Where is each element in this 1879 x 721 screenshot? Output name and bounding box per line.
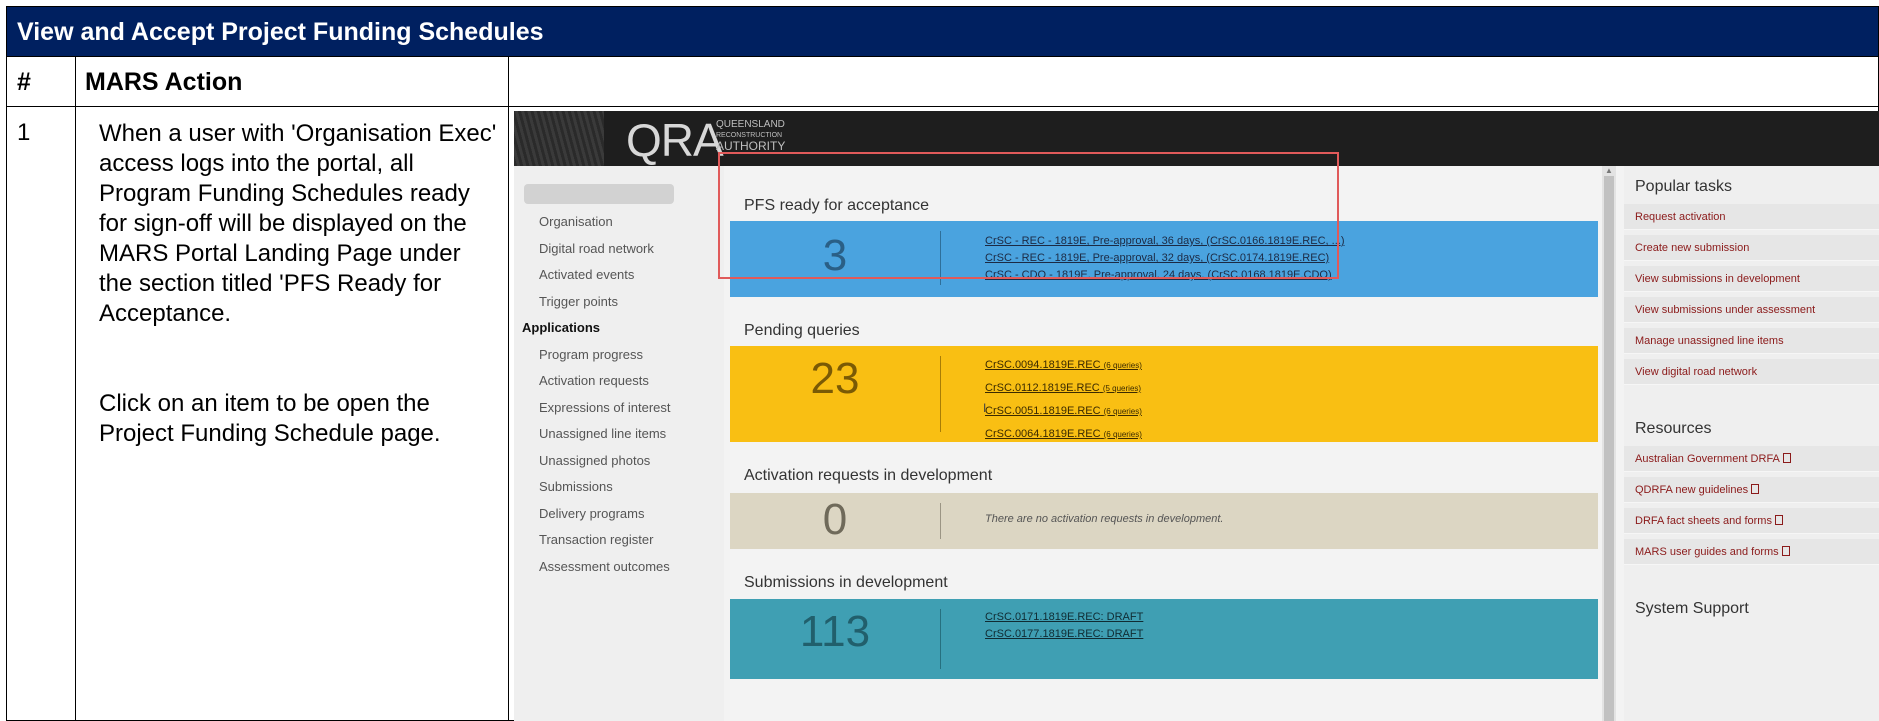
submission-link[interactable]: CrSC.0177.1819E.REC: DRAFT	[985, 626, 1143, 643]
nav-item-trigger-points[interactable]: Trigger points	[539, 294, 618, 309]
step-instructions: When a user with 'Organisation Exec' acc…	[99, 119, 499, 509]
system-support-title: System Support	[1635, 600, 1749, 617]
nav-item-delivery-programs[interactable]: Delivery programs	[539, 506, 644, 521]
queries-link-list: CrSC.0094.1819E.REC (6 queries) CrSC.011…	[985, 354, 1142, 446]
submissions-section-title: Submissions in development	[744, 574, 948, 591]
column-header-action: MARS Action	[75, 57, 508, 107]
nav-item-organisation[interactable]: Organisation	[539, 214, 613, 229]
task-view-submissions-assessment[interactable]: View submissions under assessment	[1624, 297, 1879, 323]
text-cursor-icon: I	[983, 401, 987, 415]
queries-section-title: Pending queries	[744, 322, 860, 339]
resource-link[interactable]: QDRFA new guidelines	[1624, 477, 1879, 503]
query-code: CrSC.0064.1819E.REC	[985, 428, 1101, 440]
resource-link[interactable]: DRFA fact sheets and forms	[1624, 508, 1879, 534]
popular-tasks-title: Popular tasks	[1635, 178, 1732, 195]
query-count-note: (6 queries)	[1103, 407, 1142, 416]
nav-item-transaction-register[interactable]: Transaction register	[539, 532, 653, 547]
submissions-link-list: CrSC.0171.1819E.REC: DRAFT CrSC.0177.181…	[985, 609, 1143, 643]
logo-line: AUTHORITY	[716, 139, 786, 153]
nav-item-unassigned-line-items[interactable]: Unassigned line items	[539, 426, 666, 441]
nav-item-activated-events[interactable]: Activated events	[539, 267, 634, 282]
header-decoration	[514, 111, 604, 166]
resources-title: Resources	[1635, 420, 1712, 437]
query-code: CrSC.0112.1819E.REC	[985, 382, 1100, 394]
scrollbar[interactable]: ▲	[1602, 166, 1616, 721]
nav-item-unassigned-photos[interactable]: Unassigned photos	[539, 453, 650, 468]
qra-logo-subtitle: QUEENSLAND RECONSTRUCTION AUTHORITY	[716, 119, 785, 152]
instruction-paragraph: Click on an item to be open the Project …	[99, 390, 441, 447]
nav-item-program-progress[interactable]: Program progress	[539, 347, 643, 362]
query-count-note: (6 queries)	[1103, 361, 1142, 370]
column-divider	[508, 57, 509, 720]
nav-item-digital-road-network[interactable]: Digital road network	[539, 241, 654, 256]
query-count-note: (6 queries)	[1103, 430, 1142, 439]
qra-logo[interactable]: QRA	[626, 113, 724, 167]
left-navigation: Organisation Digital road network Activa…	[514, 166, 724, 721]
activation-panel: 0 There are no activation requests in de…	[730, 493, 1598, 549]
pdf-icon	[1782, 453, 1791, 463]
table-title: View and Accept Project Funding Schedule…	[7, 7, 1878, 57]
scroll-up-icon[interactable]: ▲	[1605, 166, 1613, 175]
submissions-count: 113	[799, 607, 871, 656]
activation-empty-note: There are no activation requests in deve…	[985, 513, 1224, 525]
resource-link[interactable]: MARS user guides and forms	[1624, 539, 1879, 565]
scroll-thumb[interactable]	[1604, 176, 1614, 721]
task-manage-unassigned-line-items[interactable]: Manage unassigned line items	[1624, 328, 1879, 354]
task-create-submission[interactable]: Create new submission	[1624, 235, 1879, 261]
task-request-activation[interactable]: Request activation	[1624, 204, 1879, 230]
query-link[interactable]: CrSC.0094.1819E.REC (6 queries)	[985, 354, 1142, 377]
query-code: CrSC.0051.1819E.REC	[985, 405, 1101, 417]
queries-count: 23	[810, 354, 860, 403]
panel-divider	[940, 609, 941, 669]
queries-panel: 23 CrSC.0094.1819E.REC (6 queries) CrSC.…	[730, 346, 1598, 442]
right-sidebar: Popular tasks Request activation Create …	[1624, 166, 1879, 721]
query-link[interactable]: CrSC.0051.1819E.REC (6 queries)	[985, 400, 1142, 423]
nav-item-activation-requests[interactable]: Activation requests	[539, 373, 649, 388]
resource-label: QDRFA new guidelines	[1635, 484, 1749, 496]
nav-item-expressions-of-interest[interactable]: Expressions of interest	[539, 400, 671, 415]
column-header-screenshot	[508, 57, 1878, 107]
query-link[interactable]: CrSC.0064.1819E.REC (6 queries)	[985, 423, 1142, 446]
user-name-redacted	[524, 184, 674, 204]
nav-item-assessment-outcomes[interactable]: Assessment outcomes	[539, 559, 670, 574]
nav-item-submissions[interactable]: Submissions	[539, 479, 613, 494]
column-header-number: #	[7, 57, 75, 107]
query-count-note: (5 queries)	[1102, 384, 1142, 393]
query-link[interactable]: CrSC.0112.1819E.REC (5 queries)	[985, 377, 1142, 400]
task-view-digital-road-network[interactable]: View digital road network	[1624, 359, 1879, 385]
query-code: CrSC.0094.1819E.REC	[985, 359, 1101, 371]
activation-count: 0	[822, 495, 848, 544]
submissions-panel: 113 CrSC.0171.1819E.REC: DRAFT CrSC.0177…	[730, 599, 1598, 679]
instruction-paragraph: When a user with 'Organisation Exec' acc…	[99, 120, 497, 327]
resource-label: Australian Government DRFA	[1635, 453, 1780, 465]
resource-label: MARS user guides and forms	[1635, 546, 1779, 558]
pdf-icon	[1751, 484, 1760, 494]
activation-section-title: Activation requests in development	[744, 467, 993, 484]
submission-link[interactable]: CrSC.0171.1819E.REC: DRAFT	[985, 609, 1143, 626]
highlight-box	[718, 152, 1339, 279]
nav-section-applications[interactable]: Applications	[522, 320, 600, 335]
portal-screenshot: QRA QUEENSLAND RECONSTRUCTION AUTHORITY …	[514, 111, 1879, 721]
pdf-icon	[1781, 546, 1790, 556]
column-divider	[75, 57, 76, 720]
resource-label: DRFA fact sheets and forms	[1635, 515, 1772, 527]
task-view-submissions-development[interactable]: View submissions in development	[1624, 266, 1879, 292]
panel-divider	[940, 503, 941, 539]
resource-link[interactable]: Australian Government DRFA	[1624, 446, 1879, 472]
logo-line: QUEENSLAND	[716, 119, 785, 130]
step-number: 1	[17, 119, 31, 146]
pdf-icon	[1774, 515, 1783, 525]
panel-divider	[940, 356, 941, 432]
